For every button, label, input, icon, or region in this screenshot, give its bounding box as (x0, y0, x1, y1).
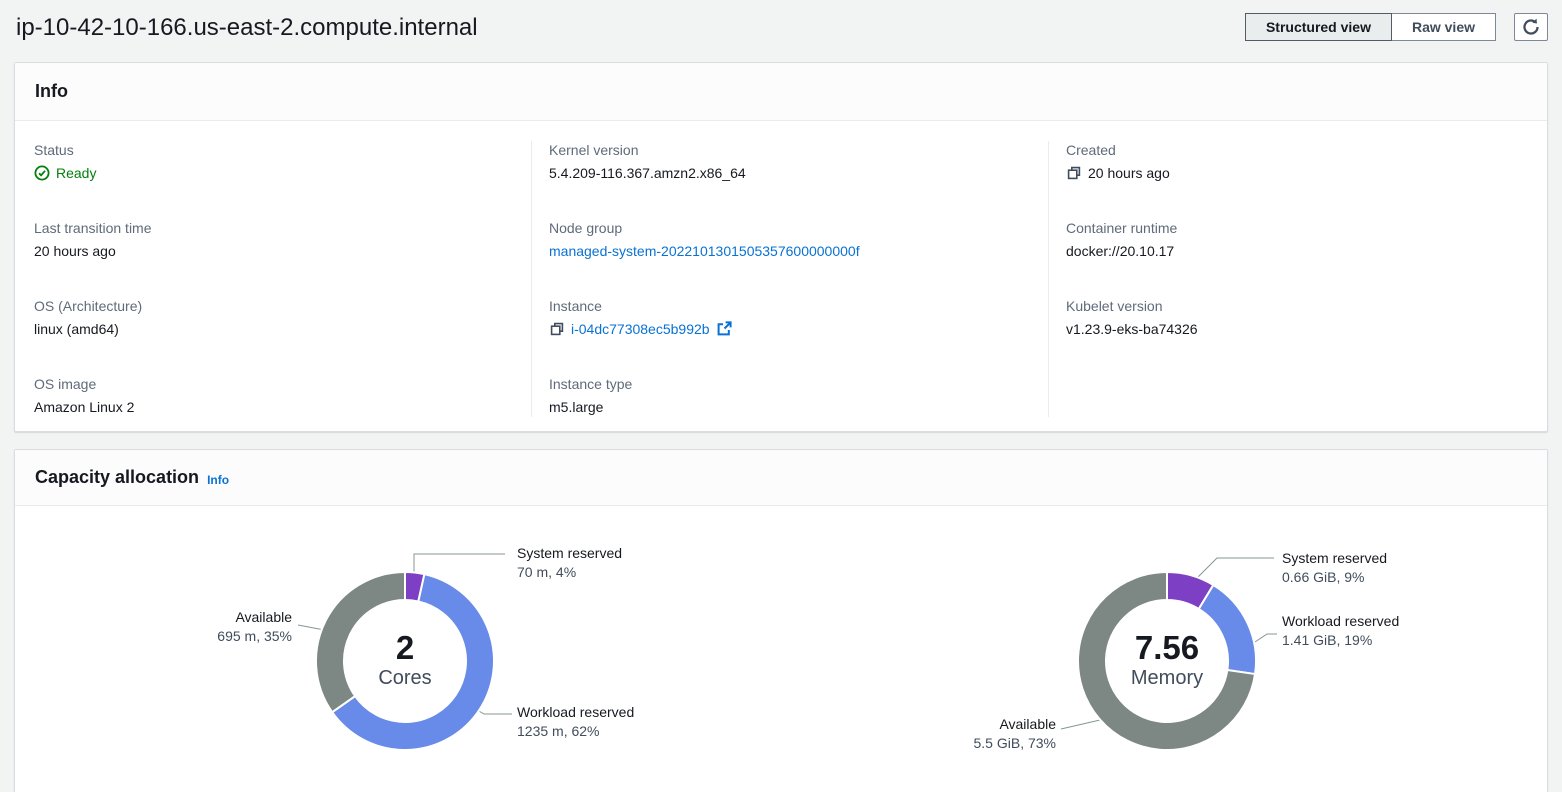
field-os-architecture: OS (Architecture) linux (amd64) (34, 297, 511, 339)
node-group-link[interactable]: managed-system-2022101301505357600000000… (549, 241, 860, 261)
memory-label-workload-reserved: Workload reserved 1.41 GiB, 19% (1282, 614, 1399, 648)
capacity-charts-canvas (15, 506, 1547, 792)
field-created: Created 20 hours ago (1066, 141, 1527, 183)
donut-segment-available[interactable] (316, 572, 405, 712)
info-panel-body: Status Ready Last transition time 20 hou… (15, 121, 1547, 431)
info-column-3: Created 20 hours ago Container runtime d… (1048, 141, 1547, 417)
info-column-1: Status Ready Last transition time 20 hou… (15, 141, 531, 417)
field-last-transition-time: Last transition time 20 hours ago (34, 219, 511, 261)
copy-icon[interactable] (1066, 165, 1082, 181)
info-panel: Info Status Ready Last transition time (14, 62, 1548, 432)
capacity-panel-header: Capacity allocation Info (15, 450, 1547, 506)
page-title: ip-10-42-10-166.us-east-2.compute.intern… (16, 13, 478, 43)
page-header: ip-10-42-10-166.us-east-2.compute.intern… (0, 0, 1562, 56)
structured-view-button[interactable]: Structured view (1245, 13, 1392, 41)
memory-label-available: Available 5.5 GiB, 73% (886, 717, 1056, 751)
field-status: Status Ready (34, 141, 511, 183)
instance-link[interactable]: i-04dc77308ec5b992b (571, 319, 710, 339)
donut-segment-workload-reserved[interactable] (1199, 585, 1256, 674)
memory-label-system-reserved: System reserved 0.66 GiB, 9% (1282, 551, 1387, 585)
refresh-button[interactable] (1514, 13, 1548, 41)
field-container-runtime: Container runtime docker://20.10.17 (1066, 219, 1527, 261)
info-panel-header: Info (15, 63, 1547, 121)
info-column-2: Kernel version 5.4.209-116.367.amzn2.x86… (531, 141, 1048, 417)
raw-view-button[interactable]: Raw view (1391, 13, 1496, 41)
field-instance: Instance i-04dc77308ec5b992b (549, 297, 1028, 339)
capacity-panel-title: Capacity allocation (35, 467, 199, 488)
view-toggle: Structured view Raw view (1245, 13, 1496, 41)
external-link-icon[interactable] (716, 321, 732, 337)
cpu-label-system-reserved: System reserved 70 m, 4% (517, 546, 622, 580)
cpu-label-available: Available 695 m, 35% (122, 610, 292, 644)
refresh-icon (1522, 18, 1540, 36)
status-success-icon (34, 165, 50, 181)
copy-icon[interactable] (549, 321, 565, 337)
field-kubelet-version: Kubelet version v1.23.9-eks-ba74326 (1066, 297, 1527, 339)
capacity-info-link[interactable]: Info (207, 469, 229, 487)
field-node-group: Node group managed-system-20221013015053… (549, 219, 1028, 261)
field-kernel-version: Kernel version 5.4.209-116.367.amzn2.x86… (549, 141, 1028, 183)
header-actions: Structured view Raw view (1245, 13, 1548, 41)
capacity-allocation-panel: Capacity allocation Info 2 Cores 7.56 (14, 449, 1548, 792)
field-os-image: OS image Amazon Linux 2 (34, 375, 511, 417)
status-value: Ready (34, 163, 511, 183)
field-instance-type: Instance type m5.large (549, 375, 1028, 417)
memory-donut-chart[interactable] (1078, 572, 1256, 750)
cpu-label-workload-reserved: Workload reserved 1235 m, 62% (517, 705, 634, 739)
capacity-panel-body: 2 Cores 7.56 Memory System reserved 70 m… (15, 506, 1547, 792)
cpu-donut-chart[interactable] (316, 572, 494, 750)
info-panel-title: Info (35, 81, 68, 102)
